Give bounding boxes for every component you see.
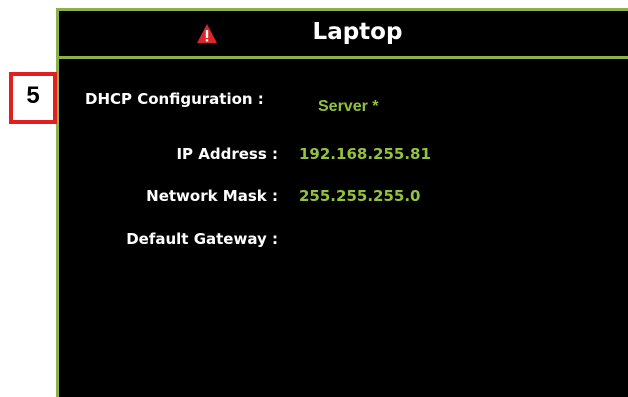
- title-bar: Laptop: [59, 11, 628, 59]
- ip-address-label: IP Address :: [176, 145, 278, 163]
- dhcp-configuration-value[interactable]: Server *: [318, 98, 379, 116]
- ip-address-value[interactable]: 192.168.255.81: [299, 145, 431, 163]
- screen-title: Laptop: [312, 19, 403, 45]
- network-settings-panel: DHCP Configuration : Server * IP Address…: [59, 59, 628, 397]
- device-screen: Laptop DHCP Configuration : Server * IP …: [56, 8, 628, 397]
- default-gateway-label: Default Gateway :: [126, 230, 278, 248]
- network-mask-label: Network Mask :: [146, 187, 278, 205]
- network-mask-value[interactable]: 255.255.255.0: [299, 187, 420, 205]
- step-number-badge: 5: [9, 72, 57, 124]
- dhcp-configuration-label: DHCP Configuration :: [85, 90, 264, 108]
